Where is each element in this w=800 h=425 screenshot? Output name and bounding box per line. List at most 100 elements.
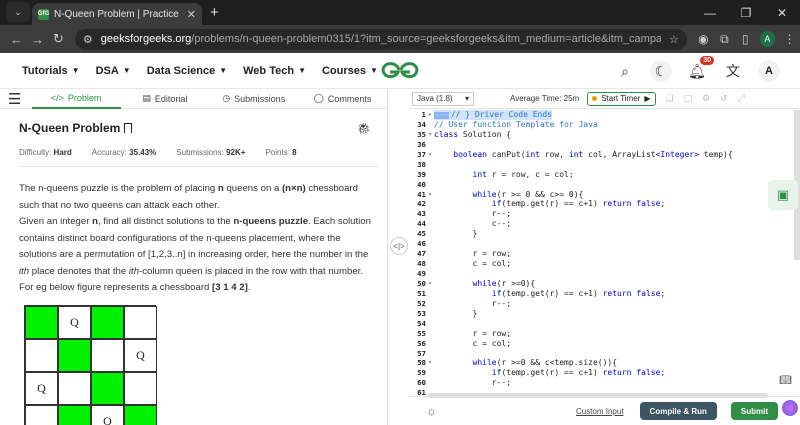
search-icon[interactable]: ⌕: [614, 60, 636, 82]
fold-gutter: [426, 180, 434, 190]
code-line[interactable]: 1 ▸ ···// } Driver Code Ends: [408, 110, 800, 120]
compile-run-button[interactable]: Compile & Run: [639, 402, 717, 420]
sidebar-icon[interactable]: ▯: [735, 32, 756, 46]
extension-icon[interactable]: ◉: [693, 32, 714, 46]
fold-toggle-icon[interactable]: ▾: [426, 150, 434, 160]
code-line[interactable]: 53 }: [408, 309, 800, 319]
back-icon[interactable]: ←: [6, 32, 27, 47]
code-line[interactable]: 43 r--;: [408, 209, 800, 219]
code-line[interactable]: 57: [408, 349, 800, 359]
tab-search-icon[interactable]: ⌄: [6, 2, 30, 22]
code-line[interactable]: 40: [408, 180, 800, 190]
user-avatar[interactable]: A: [758, 60, 780, 82]
code-line[interactable]: 44 c--;: [408, 219, 800, 229]
code-line[interactable]: 36: [408, 140, 800, 150]
nav-web-tech[interactable]: Web Tech ▼: [243, 65, 306, 77]
book-icon[interactable]: 📖︎: [779, 375, 792, 386]
code-line[interactable]: 54: [408, 319, 800, 329]
code-line[interactable]: 49: [408, 269, 800, 279]
line-number: 60: [417, 378, 426, 388]
code-line[interactable]: 58 ▾ while(r >=0 && c<temp.size()){: [408, 358, 800, 368]
chat-icon[interactable]: ▣: [768, 180, 798, 210]
notification-bell-icon[interactable]: 🔔︎ 30: [686, 56, 714, 82]
gfg-favicon-icon: GfG: [38, 8, 49, 20]
clock-icon: ◷: [222, 93, 231, 103]
tab-comments[interactable]: ◯ Comments: [298, 89, 387, 109]
fold-toggle-icon[interactable]: ▾: [426, 130, 434, 140]
nav-tutorials[interactable]: Tutorials ▼: [22, 65, 80, 77]
code-line[interactable]: 51 if(temp.get(r) == c+1) return false;: [408, 289, 800, 299]
dark-mode-icon[interactable]: ☾: [650, 60, 672, 82]
tab-problem[interactable]: </> Problem: [31, 89, 121, 109]
site-info-icon[interactable]: ⚙: [83, 33, 93, 46]
profile-avatar[interactable]: A: [759, 31, 776, 47]
code-editor[interactable]: 1 ▸ ···// } Driver Code Ends 34// User func…: [408, 110, 800, 396]
code-line[interactable]: 46: [408, 239, 800, 249]
code-line[interactable]: 41 ▾ while(r >= 0 && c>= 0){: [408, 190, 800, 200]
board-cell: [25, 306, 58, 339]
fold-toggle-icon[interactable]: ▾: [426, 279, 434, 289]
translate-icon[interactable]: 文: [722, 60, 744, 82]
bookmark-icon[interactable]: [124, 123, 133, 133]
url-input[interactable]: ⚙ geeksforgeeks.org/problems/n-queen-pro…: [74, 28, 687, 50]
nav-data-science[interactable]: Data Science ▼: [147, 65, 227, 77]
fold-toggle-icon[interactable]: ▾: [426, 358, 434, 368]
nav-dsa[interactable]: DSA ▼: [96, 65, 131, 77]
line-number: 43: [417, 209, 426, 219]
code-line[interactable]: 50 ▾ while(r >=0){: [408, 279, 800, 289]
code-line[interactable]: 39 int r = row, c = col;: [408, 170, 800, 180]
code-line[interactable]: 55 r = row;: [408, 329, 800, 339]
report-bug-icon[interactable]: 🐞︎: [357, 122, 371, 135]
custom-input-link[interactable]: Custom Input: [576, 407, 624, 416]
line-number: 56: [417, 338, 426, 348]
code-line[interactable]: 45 }: [408, 229, 800, 239]
submit-button[interactable]: Submit: [730, 402, 778, 420]
tab-close-icon[interactable]: ✕: [187, 8, 196, 21]
code-line[interactable]: 60 r--;: [408, 378, 800, 388]
nav-courses[interactable]: Courses ▼: [322, 65, 378, 77]
fold-toggle-icon[interactable]: ▸: [426, 110, 434, 120]
url-path: /problems/n-queen-problem0315/1?itm_sour…: [191, 33, 662, 45]
menu-icon[interactable]: ☰: [8, 90, 32, 108]
file-icon[interactable]: ▢: [684, 93, 693, 104]
fold-gutter: [426, 339, 434, 349]
code-line[interactable]: 35 ▾ class Solution {: [408, 130, 800, 140]
ai-assistant-icon[interactable]: [782, 400, 798, 416]
browser-tab[interactable]: GfG N-Queen Problem | Practice | G ✕: [32, 3, 202, 25]
extensions-puzzle-icon[interactable]: ⧉: [714, 32, 735, 47]
code-line[interactable]: 37 ▾ boolean canPut(int row, int col, Arr…: [408, 150, 800, 160]
code-text: }: [434, 229, 478, 239]
fullscreen-icon[interactable]: ⤢: [738, 93, 745, 104]
forward-icon[interactable]: →: [27, 32, 48, 47]
code-line[interactable]: 47 r = row;: [408, 249, 800, 259]
browser-menu-icon[interactable]: ⋮: [779, 32, 800, 46]
tab-editorial[interactable]: ▤ Editorial: [121, 89, 210, 109]
board-cell: [58, 339, 91, 372]
tab-submissions[interactable]: ◷ Submissions: [209, 89, 298, 109]
start-timer-button[interactable]: Start Timer ▶: [587, 91, 656, 106]
minimize-icon[interactable]: —: [692, 6, 728, 20]
code-line[interactable]: 48 c = col;: [408, 259, 800, 269]
new-tab-icon[interactable]: +: [210, 4, 219, 21]
line-number: 37: [417, 149, 426, 159]
bookmark-star-icon[interactable]: ☆: [669, 33, 679, 46]
fold-gutter: [426, 160, 434, 170]
fold-gutter: [426, 289, 434, 299]
restore-icon[interactable]: ❐: [728, 6, 764, 20]
gfg-logo-icon[interactable]: [380, 59, 420, 81]
language-select[interactable]: Java (1.8) ▾: [412, 91, 474, 106]
code-line[interactable]: 52 r--;: [408, 299, 800, 309]
hint-bulb-icon[interactable]: ☼: [426, 404, 437, 418]
code-line[interactable]: 34 // User function Template for Java: [408, 120, 800, 130]
code-line[interactable]: 38: [408, 160, 800, 170]
reload-icon[interactable]: ↻: [48, 31, 69, 47]
close-window-icon[interactable]: ✕: [764, 6, 800, 20]
fold-toggle-icon[interactable]: ▾: [426, 190, 434, 200]
settings-icon[interactable]: ⚙: [702, 93, 710, 104]
code-line[interactable]: 59 if(temp.get(r) == c+1) return false;: [408, 368, 800, 378]
panel-resize-handle[interactable]: <|>: [390, 237, 408, 255]
code-line[interactable]: 42 if(temp.get(r) == c+1) return false;: [408, 199, 800, 209]
copy-icon[interactable]: ❏: [666, 93, 674, 104]
reset-icon[interactable]: ↺: [720, 93, 728, 104]
code-line[interactable]: 56 c = col;: [408, 339, 800, 349]
